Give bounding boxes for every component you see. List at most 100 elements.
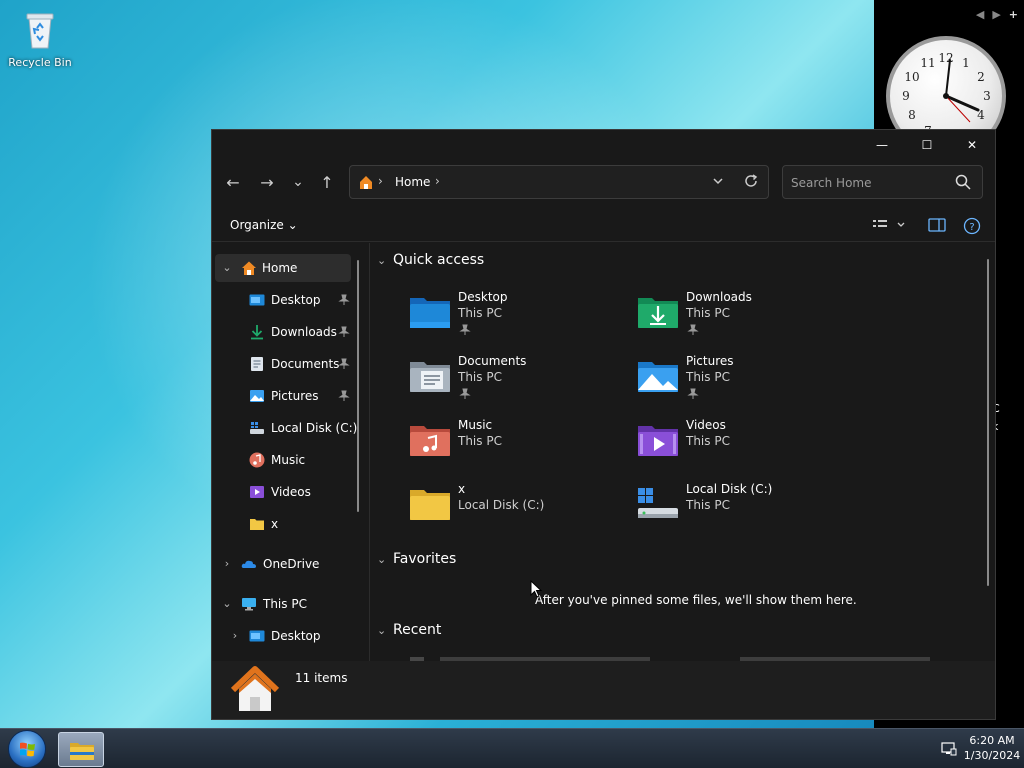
item-count: 11 items [295, 671, 348, 685]
clock-time: 6:20 AM [969, 734, 1015, 747]
quick-access-item-desktop[interactable]: Desktop This PC [372, 290, 592, 352]
view-options-icon[interactable] [872, 217, 906, 236]
nav-item-documents[interactable]: Documents [215, 350, 351, 378]
favorites-header[interactable]: ⌄ Favorites [377, 551, 456, 567]
recent-locations-button[interactable]: ⌄ [283, 164, 313, 200]
pin-icon [459, 324, 471, 339]
quick-access-header[interactable]: ⌄ Quick access [377, 252, 484, 268]
windows-logo-icon [20, 742, 35, 757]
quick-access-item-music[interactable]: Music This PC [372, 418, 592, 480]
search-box[interactable] [782, 165, 983, 199]
chevron-down-icon: ⌄ [377, 553, 387, 566]
status-bar: 11 items [212, 661, 995, 719]
maximize-button[interactable]: ☐ [904, 130, 950, 160]
onedrive-icon [241, 556, 257, 572]
taskbar-file-explorer[interactable] [58, 732, 104, 767]
breadcrumb-home[interactable]: Home [395, 175, 430, 189]
preview-pane-icon[interactable] [928, 217, 946, 236]
quick-access-item-documents[interactable]: Documents This PC [372, 354, 592, 416]
refresh-icon[interactable] [743, 173, 759, 192]
recycle-bin-shortcut[interactable]: Recycle Bin [8, 10, 72, 69]
nav-item-this-pc[interactable]: ⌄ This PC [215, 590, 351, 618]
nav-item-this-pc-desktop[interactable]: › Desktop [215, 622, 351, 650]
quick-access-item-downloads[interactable]: Downloads This PC [600, 290, 820, 352]
minimize-button[interactable]: — [859, 130, 905, 160]
pin-icon [687, 388, 699, 403]
network-icon[interactable] [941, 740, 957, 759]
navigation-pane: ⌄ Home Desktop Downloads Documents Pictu… [212, 243, 364, 661]
pin-icon [459, 388, 471, 403]
music-icon [408, 420, 452, 460]
next-gadget-icon[interactable]: ▶ [992, 8, 1000, 21]
nav-item-home[interactable]: ⌄ Home [215, 254, 351, 282]
pin-icon[interactable] [338, 390, 350, 405]
quick-access-item-pictures[interactable]: Pictures This PC [600, 354, 820, 416]
svg-text:?: ? [969, 222, 974, 233]
address-dropdown-icon[interactable] [712, 174, 724, 191]
nav-item-pictures[interactable]: Pictures [215, 382, 351, 410]
start-button[interactable] [8, 730, 46, 768]
nav-pane-scrollbar[interactable] [357, 260, 359, 512]
content-scrollbar[interactable] [987, 259, 989, 586]
search-icon[interactable] [955, 174, 971, 193]
expand-chevron-icon[interactable]: ⌄ [221, 597, 233, 610]
search-input[interactable] [791, 174, 941, 192]
content-area: ⌄ Quick access Desktop This PC Downloads … [372, 243, 992, 661]
svg-text:9: 9 [902, 89, 910, 103]
expand-chevron-icon[interactable]: › [229, 629, 241, 642]
expand-chevron-icon[interactable]: ⌄ [221, 261, 233, 274]
pin-icon[interactable] [338, 294, 350, 309]
address-bar[interactable]: › Home › [349, 165, 769, 199]
nav-item-onedrive[interactable]: › OneDrive [215, 550, 351, 578]
favorites-empty-message: After you've pinned some files, we'll sh… [535, 593, 857, 607]
file-explorer-window: — ☐ ✕ ← → ⌄ ↑ › Home › Search Home Organ… [211, 129, 996, 720]
music-icon [249, 452, 265, 468]
close-button[interactable]: ✕ [949, 130, 995, 160]
quick-access-item-x[interactable]: x Local Disk (C:) [372, 482, 592, 544]
quick-access-item-local-disk[interactable]: Local Disk (C:) This PC [600, 482, 820, 544]
pictures-icon [249, 388, 265, 404]
home-icon [230, 665, 280, 718]
system-clock[interactable]: 6:20 AM 1/30/2024 [960, 733, 1024, 763]
chevron-down-icon: ⌄ [377, 254, 387, 267]
recent-header[interactable]: ⌄ Recent [377, 622, 441, 638]
title-bar[interactable]: — ☐ ✕ [212, 130, 995, 160]
svg-text:10: 10 [904, 70, 919, 84]
recycle-bin-icon [23, 10, 57, 50]
expand-chevron-icon[interactable]: › [221, 557, 233, 570]
help-icon[interactable]: ? [963, 217, 981, 238]
quick-access-item-videos[interactable]: Videos This PC [600, 418, 820, 480]
drive-icon [249, 420, 265, 436]
nav-item-desktop[interactable]: Desktop [215, 286, 351, 314]
pin-icon[interactable] [338, 358, 350, 373]
nav-item-x[interactable]: x [215, 510, 351, 538]
previous-gadget-icon[interactable]: ◀ [976, 8, 984, 21]
up-button[interactable]: ↑ [312, 164, 342, 200]
svg-text:2: 2 [977, 70, 985, 84]
desktop-folder-icon [249, 628, 265, 644]
this-pc-icon [241, 596, 257, 612]
recycle-bin-label: Recycle Bin [8, 56, 72, 69]
nav-item-videos[interactable]: Videos [215, 478, 351, 506]
pictures-icon [636, 356, 680, 396]
forward-button[interactable]: → [252, 164, 282, 200]
organize-button[interactable]: Organize ⌄ [230, 218, 298, 232]
pane-divider[interactable] [369, 243, 370, 661]
videos-icon [636, 420, 680, 460]
nav-item-music[interactable]: Music [215, 446, 351, 474]
download-icon [636, 292, 680, 332]
back-button[interactable]: ← [218, 164, 248, 200]
mouse-cursor-icon [530, 579, 543, 601]
add-gadget-icon[interactable]: + [1009, 8, 1018, 21]
breadcrumb-separator[interactable]: › [435, 174, 440, 188]
nav-item-downloads[interactable]: Downloads [215, 318, 351, 346]
breadcrumb-separator: › [378, 174, 383, 188]
home-icon [241, 260, 257, 276]
nav-item-local-disk[interactable]: Local Disk (C:) [215, 414, 357, 442]
download-icon [249, 324, 265, 340]
pin-icon[interactable] [338, 326, 350, 341]
chevron-down-icon: ⌄ [377, 624, 387, 637]
chevron-down-icon: ⌄ [287, 218, 298, 232]
clock-date: 1/30/2024 [963, 749, 1021, 762]
navigation-bar: ← → ⌄ ↑ › Home › [212, 164, 995, 200]
